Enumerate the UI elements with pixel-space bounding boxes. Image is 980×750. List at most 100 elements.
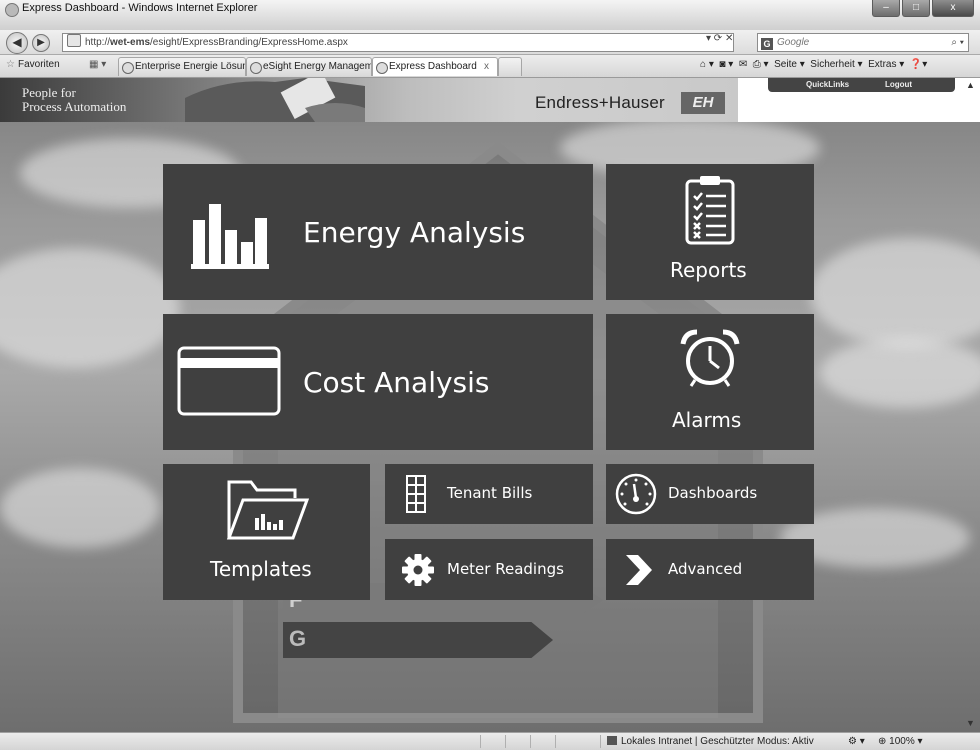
status-divider (600, 735, 601, 748)
energy-grade-g-bar: G (283, 622, 553, 658)
page-icon (67, 34, 81, 47)
quick-tabs-icon[interactable]: ▦ ▾ (89, 59, 106, 70)
ie-icon (5, 3, 19, 17)
tab-express-dashboard[interactable]: Express Dashboard x (372, 57, 498, 76)
home-icon[interactable]: ⌂ ▾ (700, 59, 714, 70)
tagline: People for Process Automation (22, 86, 126, 114)
tools-menu[interactable]: Extras ▾ (868, 59, 904, 70)
print-icon[interactable]: ⎙ ▾ (753, 59, 769, 70)
reports-label: Reports (670, 258, 747, 282)
favorites-tabs-bar: ☆Favoriten ▦ ▾ Enterprise Energie Lösung… (0, 55, 980, 78)
tagline-line-2: Process Automation (22, 99, 127, 114)
alarm-clock-icon (680, 329, 740, 387)
tab-label: eSight Energy Manageme... (263, 61, 371, 72)
meter-readings-tile[interactable]: Meter Readings (385, 539, 593, 600)
credit-card-icon (177, 346, 281, 416)
chevron-right-icon (626, 555, 652, 585)
search-input[interactable]: G Google ⌕ ▾ (757, 33, 969, 52)
url-path: /esight/ExpressBranding/ExpressHome.aspx (150, 37, 348, 48)
feeds-icon[interactable]: ◙ ▾ (719, 59, 733, 70)
templates-tile[interactable]: Templates (163, 464, 370, 600)
help-icon[interactable]: ❓▾ (910, 59, 927, 70)
dashboards-tile[interactable]: Dashboards (606, 464, 814, 524)
reports-tile[interactable]: Reports (606, 164, 814, 300)
advanced-label: Advanced (668, 560, 743, 578)
url-host: wet-ems (110, 37, 151, 48)
logout-link[interactable]: Logout (885, 80, 912, 89)
status-divider (530, 735, 531, 748)
intranet-icon (607, 736, 617, 745)
security-zone[interactable]: Lokales Intranet | Geschützter Modus: Ak… (607, 736, 814, 747)
search-icon[interactable]: ⌕ ▾ (951, 34, 964, 51)
energy-analysis-tile[interactable]: Energy Analysis (163, 164, 593, 300)
mail-icon[interactable]: ✉ (739, 59, 747, 70)
clipboard-checklist-icon (685, 176, 735, 245)
google-icon: G (761, 38, 773, 50)
page-menu[interactable]: Seite ▾ (774, 59, 805, 70)
cost-analysis-label: Cost Analysis (303, 366, 490, 399)
zoom-value: 100% (889, 736, 915, 747)
tagline-line-1: People for (22, 85, 76, 100)
security-zone-label: Lokales Intranet | Geschützter Modus: Ak… (621, 736, 814, 747)
energy-analysis-label: Energy Analysis (303, 216, 526, 249)
tab-esight-energy[interactable]: eSight Energy Manageme... (246, 57, 372, 76)
templates-label: Templates (210, 557, 312, 581)
tenant-bills-label: Tenant Bills (447, 484, 533, 502)
speedometer-icon (615, 473, 657, 515)
status-bar: Lokales Intranet | Geschützter Modus: Ak… (0, 732, 980, 750)
scroll-up-icon[interactable]: ▲ (966, 80, 975, 90)
cloud-decoration (0, 248, 180, 368)
site-header: People for Process Automation Endress+Ha… (0, 78, 980, 122)
header-banner: People for Process Automation Endress+Ha… (0, 78, 740, 122)
tab-icon (122, 62, 134, 74)
scroll-down-icon[interactable]: ▼ (966, 718, 975, 728)
bar-chart-icon (191, 204, 269, 269)
favorites-label: Favoriten (17, 59, 60, 70)
back-button[interactable]: ◀ (6, 32, 28, 54)
tab-enterprise-energie[interactable]: Enterprise Energie Lösung ... (118, 57, 246, 76)
status-divider (480, 735, 481, 748)
page-content: F G People for Process Automation Endres… (0, 78, 980, 732)
cloud-decoration (810, 238, 980, 348)
meter-readings-label: Meter Readings (447, 560, 564, 578)
gear-icon (402, 554, 434, 586)
url-input[interactable]: http://wet-ems/esight/ExpressBranding/Ex… (62, 33, 734, 52)
window-titlebar: Express Dashboard - Windows Internet Exp… (0, 0, 980, 31)
safety-menu[interactable]: Sicherheit ▾ (810, 59, 862, 70)
minimize-button[interactable]: – (872, 0, 900, 17)
star-icon: ☆ (6, 59, 15, 70)
maximize-button[interactable]: □ (902, 0, 930, 17)
brand-name: Endress+Hauser (535, 93, 665, 112)
forward-button[interactable]: ▶ (32, 34, 50, 52)
alarms-tile[interactable]: Alarms (606, 314, 814, 450)
quicklinks-bar: QuickLinks Logout (768, 78, 955, 92)
building-icon (406, 475, 426, 513)
url-prefix: http:// (85, 37, 111, 48)
alarms-label: Alarms (672, 408, 742, 432)
quicklinks-menu[interactable]: QuickLinks (806, 80, 849, 89)
close-tab-icon[interactable]: x (484, 58, 489, 76)
ie-icon (376, 62, 388, 74)
cloud-decoration (0, 468, 160, 548)
favorites-button[interactable]: ☆ Favoriten (6, 59, 60, 70)
vertical-scrollbar[interactable]: ▲ ▼ (962, 78, 980, 732)
ie-icon (250, 62, 262, 74)
window-controls: – □ x (872, 0, 974, 18)
command-bar: ⌂ ▾ ◙ ▾ ✉ ⎙ ▾ Seite ▾ Sicherheit ▾ Extra… (700, 59, 927, 70)
new-tab-button[interactable] (498, 57, 522, 76)
tab-label: Enterprise Energie Lösung ... (135, 61, 245, 72)
close-button[interactable]: x (932, 0, 974, 17)
cost-analysis-tile[interactable]: Cost Analysis (163, 314, 593, 450)
status-divider (555, 735, 556, 748)
address-bar-row: ◀ ▶ http://wet-ems/esight/ExpressBrandin… (0, 30, 980, 55)
refresh-stop-icons[interactable]: ▾ ⟳ ✕ (706, 33, 733, 44)
tenant-bills-tile[interactable]: Tenant Bills (385, 464, 593, 524)
tab-label: Express Dashboard (389, 61, 477, 72)
status-divider (505, 735, 506, 748)
advanced-tile[interactable]: Advanced (606, 539, 814, 600)
zoom-level[interactable]: ⊕ 100% ▾ (878, 736, 923, 747)
eh-logo: EH (681, 92, 725, 114)
dashboards-label: Dashboards (668, 484, 758, 502)
protected-mode-icon[interactable]: ⚙ ▾ (848, 736, 865, 747)
folder-chart-icon (226, 480, 309, 540)
